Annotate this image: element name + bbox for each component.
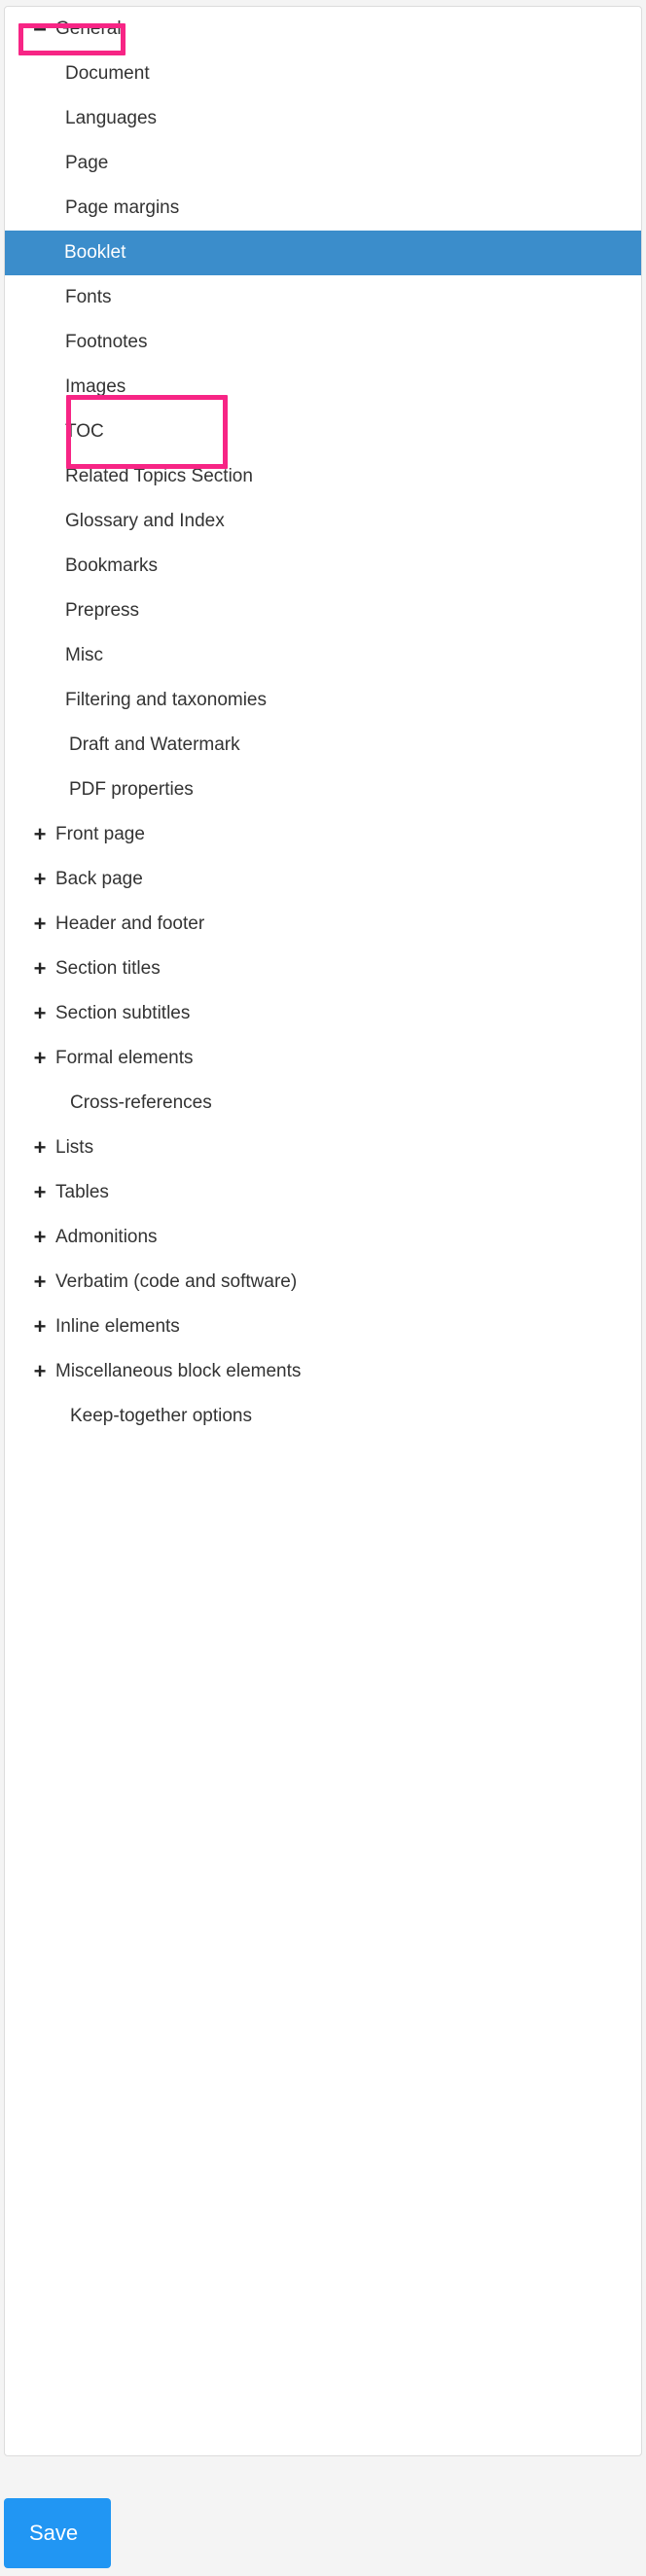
nav-item-page[interactable]: Page	[5, 141, 641, 186]
nav-item-related-topics-section[interactable]: Related Topics Section	[5, 454, 641, 499]
nav-item-front-page[interactable]: + Front page	[5, 812, 641, 857]
nav-item-glossary-and-index[interactable]: Glossary and Index	[5, 499, 641, 544]
nav-item-general[interactable]: – General	[5, 7, 641, 52]
plus-icon[interactable]: +	[30, 1126, 50, 1170]
nav-item-lists[interactable]: + Lists	[5, 1126, 641, 1170]
nav-item-booklet[interactable]: Booklet	[5, 231, 641, 275]
nav-item-label: PDF properties	[69, 779, 194, 800]
nav-item-prepress[interactable]: Prepress	[5, 589, 641, 633]
nav-item-back-page[interactable]: + Back page	[5, 857, 641, 902]
nav-item-miscellaneous-block-elements[interactable]: + Miscellaneous block elements	[5, 1349, 641, 1394]
nav-item-label: Page	[65, 153, 109, 173]
nav-item-misc[interactable]: Misc	[5, 633, 641, 678]
nav-item-section-subtitles[interactable]: + Section subtitles	[5, 991, 641, 1036]
plus-icon[interactable]: +	[30, 1305, 50, 1349]
nav-item-label: Languages	[65, 108, 158, 128]
plus-icon[interactable]: +	[30, 1260, 50, 1305]
footer-bar: Save	[0, 2456, 646, 2576]
plus-icon[interactable]: +	[30, 991, 50, 1036]
plus-icon[interactable]: +	[30, 902, 50, 947]
nav-item-pdf-properties[interactable]: PDF properties	[5, 768, 641, 812]
nav-item-tables[interactable]: + Tables	[5, 1170, 641, 1215]
nav-item-label: Glossary and Index	[65, 511, 225, 531]
nav-item-label: Misc	[65, 645, 104, 665]
nav-item-draft-and-watermark[interactable]: Draft and Watermark	[5, 723, 641, 768]
nav-item-label: Booklet	[64, 242, 126, 263]
nav-item-filtering-and-taxonomies[interactable]: Filtering and taxonomies	[5, 678, 641, 723]
nav-item-label: TOC	[65, 421, 104, 442]
nav-item-label: Bookmarks	[65, 555, 159, 576]
nav-item-label: Section titles	[55, 958, 161, 979]
nav-item-formal-elements[interactable]: + Formal elements	[5, 1036, 641, 1081]
plus-icon[interactable]: +	[30, 947, 50, 991]
nav-item-label: Document	[65, 63, 150, 84]
nav-item-images[interactable]: Images	[5, 365, 641, 410]
nav-item-label: General	[55, 18, 122, 39]
plus-icon[interactable]: +	[30, 1036, 50, 1081]
nav-item-toc[interactable]: TOC	[5, 410, 641, 454]
plus-icon[interactable]: +	[30, 857, 50, 902]
nav-item-label: Fonts	[65, 287, 112, 307]
nav-item-admonitions[interactable]: + Admonitions	[5, 1215, 641, 1260]
nav-item-bookmarks[interactable]: Bookmarks	[5, 544, 641, 589]
nav-item-label: Images	[65, 376, 126, 397]
nav-item-label: Filtering and taxonomies	[65, 690, 267, 710]
nav-item-section-titles[interactable]: + Section titles	[5, 947, 641, 991]
nav-item-label: Draft and Watermark	[69, 734, 240, 755]
settings-nav-tree: – General Document Languages Page Page margin…	[5, 7, 641, 1439]
nav-item-label: Keep-together options	[70, 1406, 252, 1426]
nav-item-page-margins[interactable]: Page margins	[5, 186, 641, 231]
save-button[interactable]: Save	[4, 2498, 111, 2568]
nav-item-label: Back page	[55, 869, 143, 889]
nav-item-languages[interactable]: Languages	[5, 96, 641, 141]
nav-item-fonts[interactable]: Fonts	[5, 275, 641, 320]
nav-item-verbatim-code-and-software[interactable]: + Verbatim (code and software)	[5, 1260, 641, 1305]
plus-icon[interactable]: +	[30, 812, 50, 857]
plus-icon[interactable]: +	[30, 1215, 50, 1260]
plus-icon[interactable]: +	[30, 1349, 50, 1394]
nav-item-document[interactable]: Document	[5, 52, 641, 96]
nav-item-label: Footnotes	[65, 332, 148, 352]
nav-item-cross-references[interactable]: Cross-references	[5, 1081, 641, 1126]
nav-item-inline-elements[interactable]: + Inline elements	[5, 1305, 641, 1349]
nav-item-footnotes[interactable]: Footnotes	[5, 320, 641, 365]
minus-icon[interactable]: –	[30, 7, 50, 52]
nav-item-label: Front page	[55, 824, 145, 844]
nav-item-label: Cross-references	[70, 1092, 212, 1113]
nav-item-label: Prepress	[65, 600, 140, 621]
nav-item-label: Related Topics Section	[65, 466, 253, 486]
nav-item-label: Page margins	[65, 197, 180, 218]
nav-item-keep-together-options[interactable]: Keep-together options	[5, 1394, 641, 1439]
nav-item-label: Tables	[55, 1182, 109, 1202]
nav-item-header-and-footer[interactable]: + Header and footer	[5, 902, 641, 947]
nav-item-label: Admonitions	[55, 1227, 158, 1247]
settings-navigation-panel: – General Document Languages Page Page margin…	[4, 6, 642, 2456]
plus-icon[interactable]: +	[30, 1170, 50, 1215]
